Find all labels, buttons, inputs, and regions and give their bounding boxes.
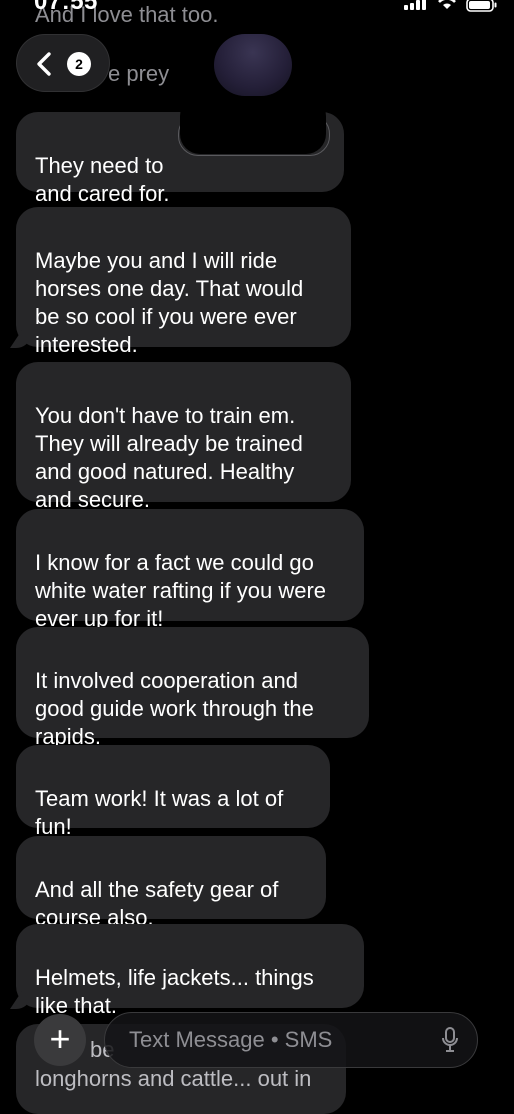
status-time: 07:55 bbox=[34, 0, 98, 15]
message-text: It involved cooperation and good guide w… bbox=[35, 668, 314, 749]
message-bubble[interactable]: And all the safety gear of course also. bbox=[16, 836, 326, 930]
message-bubble[interactable]: You don't have to train em. They will al… bbox=[16, 362, 351, 512]
cellular-signal-icon bbox=[404, 0, 426, 10]
message-bubble[interactable]: I know for a fact we could go white wate… bbox=[16, 509, 364, 631]
add-attachment-button[interactable]: + bbox=[34, 1014, 86, 1066]
message-text: I know for a fact we could go white wate… bbox=[35, 550, 327, 631]
message-text: You don't have to train em. They will al… bbox=[35, 403, 303, 512]
partial-message-text: e prey bbox=[108, 61, 170, 86]
message-text: And all the safety gear of course also. bbox=[35, 877, 279, 930]
message-bubble[interactable]: Team work! It was a lot of fun! bbox=[16, 745, 330, 839]
message-text: Team work! It was a lot of fun! bbox=[35, 786, 284, 839]
message-text: Helmets, life jackets... things like tha… bbox=[35, 965, 314, 1018]
back-button[interactable]: 2 bbox=[16, 34, 110, 92]
plus-icon: + bbox=[49, 1018, 71, 1059]
unread-count-badge: 2 bbox=[67, 52, 91, 76]
wifi-icon bbox=[438, 0, 456, 9]
message-list[interactable]: And I love that too. e prey They need to… bbox=[0, 0, 514, 1114]
chevron-left-icon bbox=[37, 52, 51, 76]
redaction-scribble bbox=[180, 96, 326, 154]
partial-message-text: longhorns and cattle... out in bbox=[35, 1066, 312, 1091]
message-input-placeholder: Text Message • SMS bbox=[129, 1027, 333, 1052]
battery-icon bbox=[466, 0, 497, 12]
message-text: Maybe you and I will ride horses one day… bbox=[35, 248, 304, 357]
message-input[interactable]: Text Message • SMS bbox=[104, 1012, 478, 1068]
message-bubble[interactable]: It involved cooperation and good guide w… bbox=[16, 627, 369, 749]
message-text: They need to and cared for. bbox=[35, 153, 170, 206]
status-bar: 07:55 bbox=[0, 0, 514, 28]
contact-avatar[interactable] bbox=[214, 34, 292, 96]
message-bubble[interactable]: Maybe you and I will ride horses one day… bbox=[16, 207, 351, 357]
microphone-icon[interactable] bbox=[441, 1026, 459, 1054]
message-bubble[interactable]: Helmets, life jackets... things like tha… bbox=[16, 924, 364, 1018]
